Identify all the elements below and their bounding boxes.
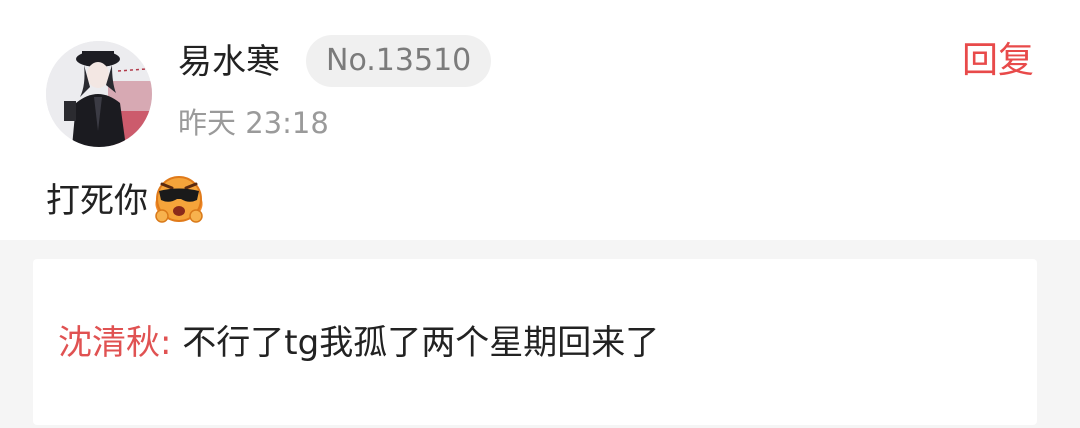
comment-content: 打死你 <box>46 174 208 223</box>
level-badge: No.13510 <box>306 35 492 87</box>
comment-text: 打死你 <box>46 180 148 221</box>
quoted-reply-line: 沈清秋: 不行了tg我孤了两个星期回来了 <box>58 321 659 365</box>
username[interactable]: 易水寒 <box>178 40 280 84</box>
comment-timestamp: 昨天 23:18 <box>178 106 329 140</box>
reply-button[interactable]: 回复 <box>962 38 1034 84</box>
quoted-reply[interactable]: 沈清秋: 不行了tg我孤了两个星期回来了 <box>33 259 1037 425</box>
quoted-reply-text: 不行了tg我孤了两个星期回来了 <box>182 323 660 363</box>
angry-sunglasses-emoji-icon <box>155 176 203 223</box>
quoted-reply-author[interactable]: 沈清秋: <box>58 323 171 363</box>
comment-card: 易水寒 No.13510 回复 昨天 23:18 打死你 <box>0 0 1080 240</box>
avatar-illustration-icon <box>46 41 152 147</box>
avatar[interactable] <box>46 41 152 147</box>
